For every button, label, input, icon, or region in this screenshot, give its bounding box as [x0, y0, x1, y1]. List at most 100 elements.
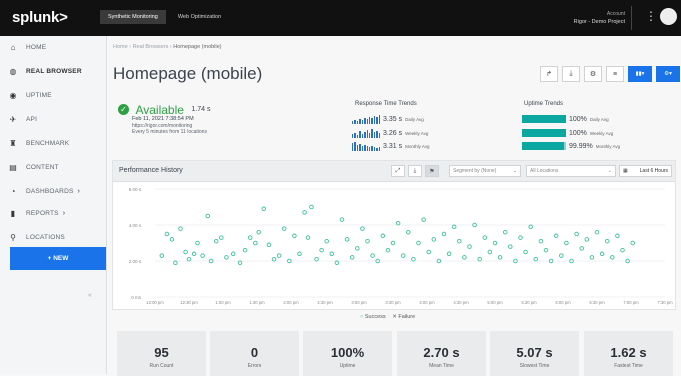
download-button[interactable]: ⤓ [562, 66, 580, 82]
success-point[interactable] [324, 238, 329, 244]
success-point[interactable] [297, 251, 302, 257]
success-point[interactable] [305, 235, 311, 240]
success-point[interactable] [487, 249, 493, 255]
success-point[interactable] [178, 226, 183, 231]
success-point[interactable] [360, 226, 365, 231]
success-point[interactable] [579, 246, 584, 251]
success-point[interactable] [462, 255, 467, 260]
breadcrumb-home[interactable]: Home [113, 44, 128, 50]
success-point[interactable] [508, 244, 513, 249]
success-point[interactable] [630, 240, 635, 246]
success-point[interactable] [256, 229, 261, 235]
sidebar-item-real-browser[interactable]: ◍ REAL BROWSER [0, 60, 106, 82]
success-point[interactable] [497, 255, 503, 260]
legend-success[interactable]: Success [365, 314, 386, 320]
success-point[interactable] [230, 251, 236, 257]
success-point[interactable] [492, 240, 498, 246]
success-point[interactable] [559, 253, 564, 258]
success-point[interactable] [344, 237, 350, 242]
breadcrumb-real-browsers[interactable]: Real Browsers [133, 44, 169, 50]
success-point[interactable] [319, 247, 324, 253]
success-point[interactable] [224, 255, 229, 260]
gear-dropdown-button[interactable]: ⚙ ▾ [656, 66, 680, 82]
kebab-menu-icon[interactable]: ⋮ [645, 9, 657, 23]
success-point[interactable] [205, 213, 210, 219]
sidebar-item-api[interactable]: ✈ API [0, 108, 106, 130]
list-button[interactable]: ≡ [606, 66, 624, 82]
tab-web-optimization[interactable]: Web Optimization [170, 10, 229, 24]
success-point[interactable] [553, 233, 559, 239]
success-point[interactable] [426, 249, 431, 255]
success-point[interactable] [329, 251, 335, 257]
settings-button[interactable]: ⚙ [584, 66, 602, 82]
success-point[interactable] [482, 235, 488, 240]
success-point[interactable] [421, 217, 426, 222]
success-point[interactable] [604, 238, 610, 244]
success-point[interactable] [599, 251, 605, 257]
success-point[interactable] [159, 253, 165, 258]
segment-select[interactable]: Segment by (None) ⌄ [449, 165, 521, 177]
time-range-select[interactable]: ▦ Last 6 Hours [619, 165, 672, 177]
success-point[interactable] [406, 229, 411, 235]
success-point[interactable] [169, 237, 175, 242]
success-point[interactable] [334, 260, 340, 266]
success-point[interactable] [385, 247, 391, 253]
success-point[interactable] [195, 240, 200, 246]
sidebar-item-uptime[interactable]: ◉ UPTIME [0, 84, 106, 106]
splunk-logo[interactable]: splunk> [12, 9, 68, 26]
success-point[interactable] [292, 233, 297, 239]
sidebar-item-reports[interactable]: ▮ REPORTS › [0, 202, 106, 224]
sidebar-item-dashboards[interactable]: ◔ DASHBOARDS › [0, 180, 106, 202]
download-chart-button[interactable]: ⤓ [408, 165, 422, 177]
chart-dropdown-button[interactable]: ▮▮ ▾ [628, 66, 652, 82]
avatar[interactable] [660, 8, 677, 25]
success-point[interactable] [457, 238, 462, 244]
success-point[interactable] [589, 255, 595, 260]
success-point[interactable] [247, 235, 253, 240]
success-point[interactable] [281, 226, 287, 231]
flag-button[interactable]: ⚑ [425, 165, 439, 177]
success-point[interactable] [370, 253, 375, 258]
success-point[interactable] [431, 237, 437, 242]
success-point[interactable] [411, 256, 416, 262]
success-point[interactable] [538, 238, 544, 244]
success-point[interactable] [584, 237, 590, 242]
success-point[interactable] [441, 231, 447, 237]
success-point[interactable] [276, 253, 282, 258]
success-point[interactable] [242, 247, 248, 253]
success-point[interactable] [533, 256, 539, 262]
success-point[interactable] [574, 231, 579, 237]
success-point[interactable] [213, 238, 219, 244]
share-button[interactable]: ↱ [540, 66, 558, 82]
success-point[interactable] [349, 255, 355, 260]
success-point[interactable] [594, 229, 600, 235]
sidebar-item-home[interactable]: ⌂ HOME [0, 36, 106, 58]
success-point[interactable] [528, 224, 533, 230]
success-point[interactable] [518, 235, 523, 240]
legend-failure[interactable]: Failure [398, 314, 415, 320]
tab-synthetic-monitoring[interactable]: Synthetic Monitoring [100, 10, 166, 24]
success-point[interactable] [271, 256, 277, 262]
success-point[interactable] [339, 217, 345, 222]
success-point[interactable] [314, 256, 319, 262]
success-point[interactable] [309, 204, 314, 210]
success-point[interactable] [523, 249, 528, 255]
success-point[interactable] [395, 220, 401, 226]
success-point[interactable] [615, 233, 620, 239]
success-point[interactable] [451, 224, 457, 230]
success-point[interactable] [477, 256, 482, 262]
expand-button[interactable]: ⤢ [391, 165, 405, 177]
success-point[interactable] [467, 244, 472, 249]
success-point[interactable] [266, 242, 272, 248]
success-point[interactable] [219, 235, 224, 240]
success-point[interactable] [390, 240, 396, 246]
success-point[interactable] [200, 253, 205, 258]
success-point[interactable] [564, 240, 569, 246]
success-point[interactable] [355, 246, 360, 251]
success-point[interactable] [416, 240, 421, 246]
success-point[interactable] [502, 229, 508, 235]
locations-select[interactable]: All Locations ⌄ [526, 165, 616, 177]
success-point[interactable] [183, 249, 188, 255]
success-point[interactable] [164, 231, 170, 237]
sidebar-item-content[interactable]: ▤ CONTENT [0, 156, 106, 178]
